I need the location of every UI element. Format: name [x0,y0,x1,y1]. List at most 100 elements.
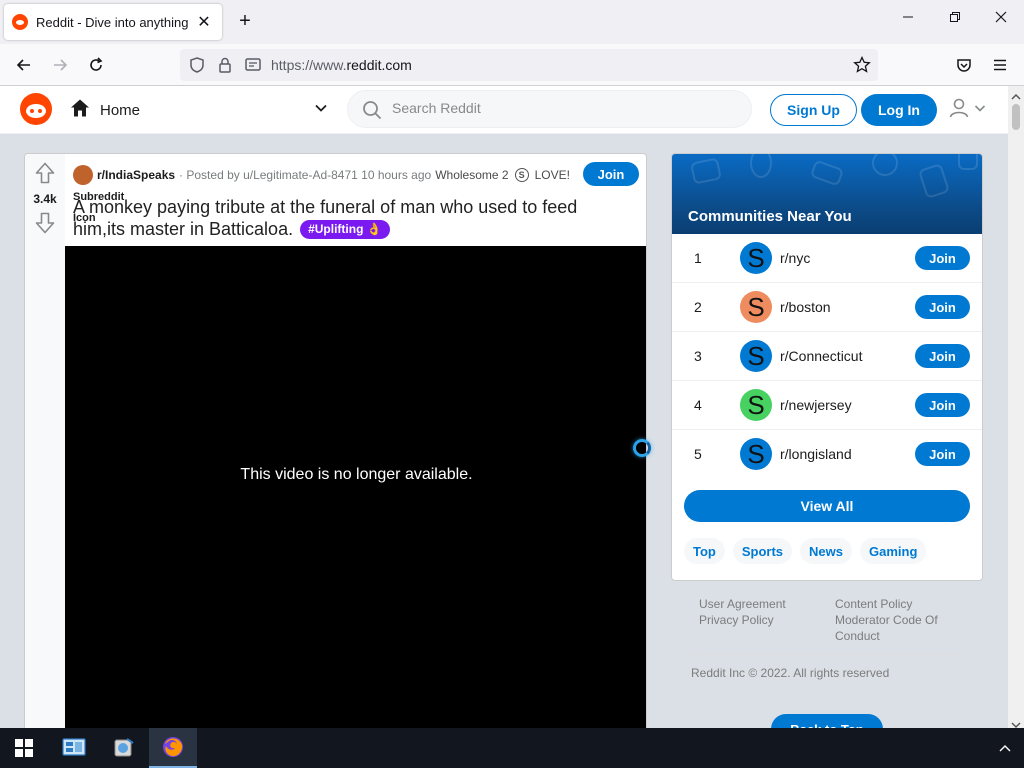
community-join-button[interactable]: Join [915,393,970,417]
log-in-button[interactable]: Log In [861,94,937,126]
reddit-logo-icon[interactable] [20,93,52,125]
community-name[interactable]: r/newjersey [780,397,852,413]
communities-near-you-card: Communities Near You 1 S r/nyc Join 2 S … [671,153,983,581]
vote-column: 3.4k [25,154,65,732]
community-row[interactable]: 1 S r/nyc Join [672,234,982,283]
community-join-button[interactable]: Join [915,246,970,270]
back-arrow-icon[interactable] [10,52,38,78]
community-banner: Communities Near You [672,154,982,234]
feed-label: Home [100,101,141,119]
community-row[interactable]: 5 S r/longisland Join [672,430,982,479]
home-icon [70,98,90,123]
sign-up-button[interactable]: Sign Up [770,94,857,126]
tag-sports[interactable]: Sports [732,538,793,564]
view-all-button[interactable]: View All [684,490,970,522]
chevron-down-icon [974,101,986,119]
copyright-text: Reddit Inc © 2022. All rights reserved [691,666,890,680]
community-rank: 4 [694,397,702,413]
subreddit-link[interactable]: r/IndiaSpeaks [97,168,175,182]
community-row[interactable]: 3 S r/Connecticut Join [672,332,982,381]
community-rank: 3 [694,348,702,364]
browser-navigation-bar: https://www.reddit.com [0,44,1024,86]
pocket-icon[interactable] [950,52,978,78]
windows-start-icon[interactable] [0,728,48,768]
moderator-code-link[interactable]: Moderator Code Of Conduct [835,612,965,644]
award-coin-icon: S [514,168,529,182]
windows-taskbar [0,728,1024,768]
privacy-policy-link[interactable]: Privacy Policy [699,612,819,628]
url-bar[interactable]: https://www.reddit.com [180,49,878,81]
server-manager-icon[interactable] [50,728,98,768]
downvote-arrow-icon[interactable] [35,212,55,239]
community-avatar[interactable]: S [740,389,772,421]
new-tab-icon[interactable]: + [234,10,256,32]
tab-close-icon[interactable]: ✕ [194,12,214,32]
lock-icon[interactable] [216,56,234,79]
minimize-icon[interactable] [893,10,923,28]
community-avatar[interactable]: S [740,438,772,470]
community-name[interactable]: r/longisland [780,446,852,462]
search-icon [362,100,382,125]
tracking-shield-icon[interactable] [188,56,206,79]
hamburger-menu-icon[interactable] [986,52,1014,78]
topic-tags: Top Sports News Gaming [684,538,927,564]
sidebar-title: Communities Near You [688,208,852,225]
loading-spinner-icon [633,439,651,457]
award-love[interactable]: LOVE! [535,168,570,182]
join-subreddit-button[interactable]: Join [583,162,639,186]
community-rank: 5 [694,446,702,462]
community-rank: 2 [694,299,702,315]
vote-count: 3.4k [33,192,57,206]
post-flair[interactable]: #Uplifting 👌 [300,220,390,239]
restore-icon[interactable] [940,10,970,28]
tag-news[interactable]: News [800,538,852,564]
community-name[interactable]: r/nyc [780,250,810,266]
tray-chevron-up-icon[interactable] [985,728,1024,768]
url-text[interactable]: https://www.reddit.com [271,57,412,73]
url-prefix: https://www. [271,57,347,73]
community-avatar[interactable]: S [740,242,772,274]
upvote-arrow-icon[interactable] [35,162,55,189]
tab-title: Reddit - Dive into anything [36,14,189,30]
forward-arrow-icon[interactable] [46,52,74,78]
community-row[interactable]: 4 S r/newjersey Join [672,381,982,430]
page-info-icon[interactable] [244,56,262,79]
chevron-down-icon [314,101,328,120]
community-avatar[interactable]: S [740,340,772,372]
tag-gaming[interactable]: Gaming [860,538,927,564]
post-title[interactable]: A monkey paying tribute at the funeral o… [73,196,613,240]
community-join-button[interactable]: Join [915,295,970,319]
page-scrollbar[interactable] [1008,86,1024,729]
community-name[interactable]: r/Connecticut [780,348,862,364]
bookmark-star-icon[interactable] [853,55,871,79]
tag-top[interactable]: Top [684,538,725,564]
award-wholesome[interactable]: Wholesome 2 [435,168,508,182]
reload-icon[interactable] [82,52,110,78]
posted-by-text[interactable]: · Posted by u/Legitimate-Ad-8471 10 hour… [179,168,431,182]
community-avatar[interactable]: S [740,291,772,323]
community-name[interactable]: r/boston [780,299,831,315]
reddit-favicon-icon [12,14,28,30]
browser-tab[interactable]: Reddit - Dive into anything ✕ [4,4,222,40]
user-icon [948,97,970,124]
post-card: 3.4k r/IndiaSpeaks · Posted by u/Legitim… [24,153,647,733]
feed-selector-dropdown[interactable]: Home [70,96,328,124]
file-explorer-icon[interactable] [100,728,148,768]
community-join-button[interactable]: Join [915,442,970,466]
search-bar[interactable] [347,90,752,128]
footer-divider [692,654,962,655]
browser-tab-bar: Reddit - Dive into anything ✕ + [0,0,1024,44]
video-player[interactable]: This video is no longer available. [65,246,646,732]
subreddit-avatar[interactable] [73,165,93,185]
user-menu-dropdown[interactable] [948,98,988,122]
close-window-icon[interactable] [986,10,1016,28]
community-row[interactable]: 2 S r/boston Join [672,283,982,332]
search-input[interactable] [392,100,732,116]
user-agreement-link[interactable]: User Agreement [699,596,819,612]
community-join-button[interactable]: Join [915,344,970,368]
scrollbar-thumb[interactable] [1012,104,1020,130]
content-policy-link[interactable]: Content Policy [835,596,965,612]
firefox-taskbar-icon[interactable] [149,728,197,768]
video-unavailable-message: This video is no longer available. [240,466,473,483]
post-meta: r/IndiaSpeaks · Posted by u/Legitimate-A… [73,165,573,185]
